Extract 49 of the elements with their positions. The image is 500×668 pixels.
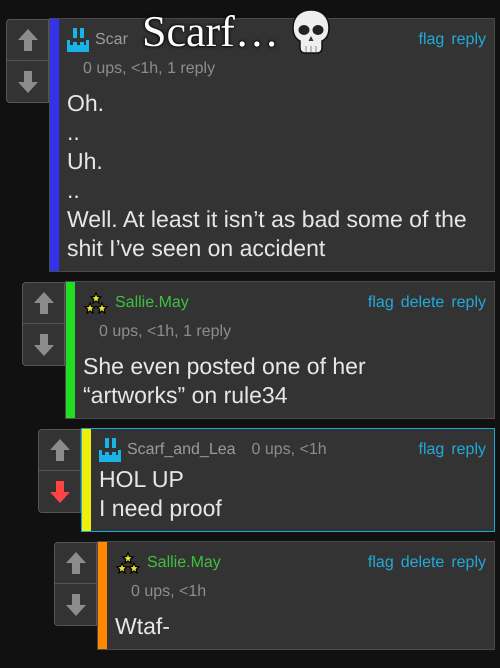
downvote-button[interactable]	[6, 61, 49, 103]
action-link[interactable]: flag	[418, 28, 444, 52]
downvote-arrow-icon	[32, 332, 56, 358]
comment-text: She even posted one of her	[83, 352, 367, 381]
action-link[interactable]: delete	[400, 291, 444, 315]
comment-text: Well. At least it isn’t as bad some of the shit I’ve seen on accident	[67, 205, 468, 263]
username-link[interactable]: Scarf_and_Lea	[127, 438, 236, 462]
avatar-icon	[83, 292, 109, 314]
action-link[interactable]: flag	[418, 438, 444, 462]
action-link[interactable]: flag	[368, 291, 394, 315]
comment-meta: 0 ups, <1h	[130, 582, 208, 602]
downvote-button[interactable]	[54, 584, 97, 626]
action-link[interactable]: reply	[451, 291, 486, 315]
comment-text: ..	[67, 118, 81, 147]
downvote-arrow-icon	[48, 478, 72, 504]
comment-meta: 0 ups, <1h, 1 reply	[82, 59, 216, 79]
comment-text: Uh.	[67, 147, 104, 176]
upvote-button[interactable]	[38, 429, 81, 471]
downvote-button[interactable]	[22, 324, 65, 366]
upvote-arrow-icon	[16, 27, 40, 53]
comment-text: I need proof	[99, 494, 223, 523]
avatar-icon	[115, 552, 141, 574]
action-link[interactable]: reply	[451, 438, 486, 462]
action-link[interactable]: reply	[451, 28, 486, 52]
upvote-arrow-icon	[64, 550, 88, 576]
username-link[interactable]: Scar	[95, 28, 128, 52]
caption-text: Scarf…	[142, 8, 279, 56]
upvote-button[interactable]	[22, 282, 65, 324]
comment-text: Wtaf-	[115, 612, 171, 641]
comment-text: HOL UP	[99, 465, 185, 494]
comment-text: ..	[67, 176, 81, 205]
comment-text: “artworks” on rule34	[83, 381, 289, 410]
downvote-arrow-icon	[64, 592, 88, 618]
comment-text: Oh.	[67, 89, 106, 118]
username-link[interactable]: Sallie.May	[115, 291, 189, 315]
downvote-button[interactable]	[38, 471, 81, 513]
action-link[interactable]: reply	[451, 551, 486, 575]
avatar-icon	[99, 438, 121, 462]
avatar-icon	[67, 28, 89, 52]
action-link[interactable]: delete	[400, 551, 444, 575]
username-link[interactable]: Sallie.May	[147, 551, 221, 575]
upvote-button[interactable]	[54, 542, 97, 584]
upvote-arrow-icon	[48, 437, 72, 463]
comment-meta: 0 ups, <1h, 1 reply	[98, 322, 232, 342]
comment-meta: 0 ups, <1h	[252, 440, 327, 460]
upvote-button[interactable]	[6, 19, 49, 61]
downvote-arrow-icon	[16, 68, 40, 94]
action-link[interactable]: flag	[368, 551, 394, 575]
upvote-arrow-icon	[32, 290, 56, 316]
